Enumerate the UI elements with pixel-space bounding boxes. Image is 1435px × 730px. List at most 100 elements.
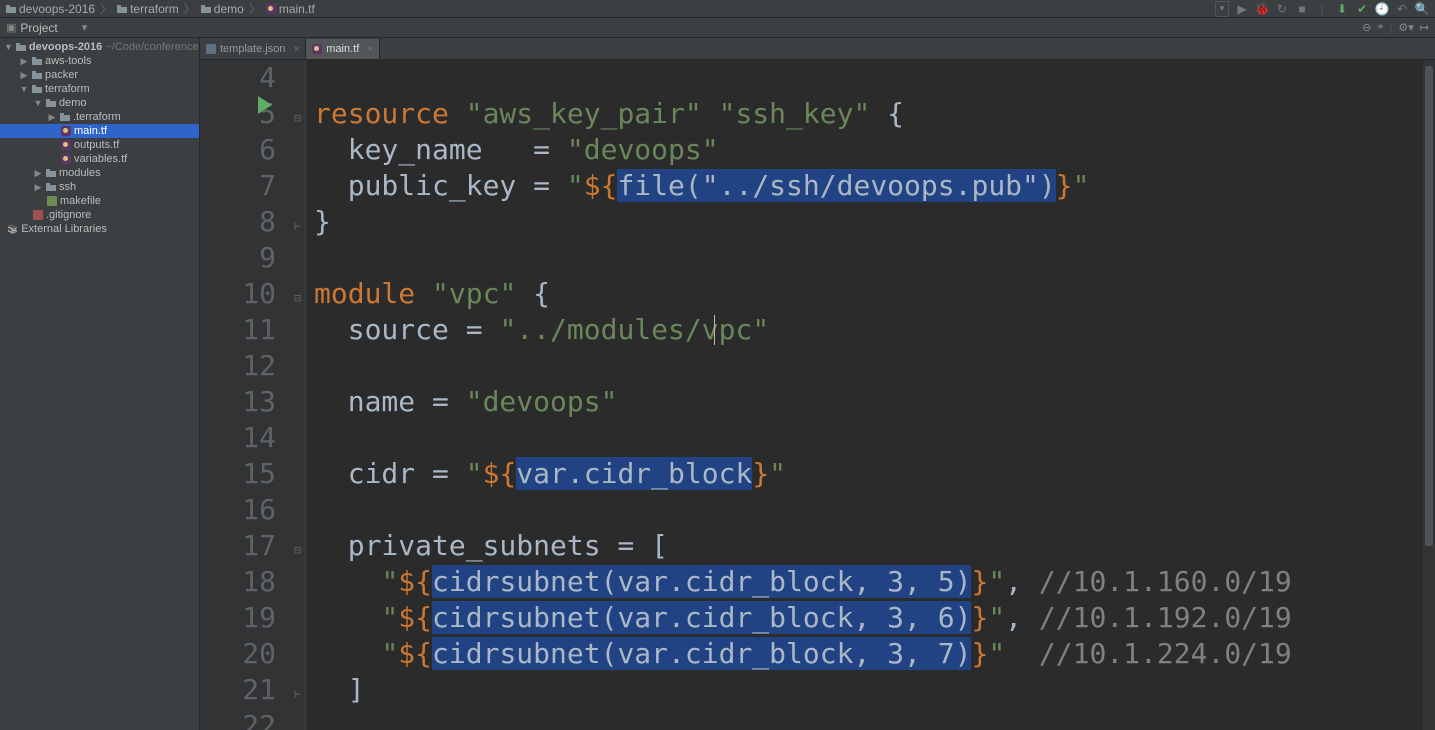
breadcrumb-item[interactable]: main.tf [266, 2, 315, 16]
fold-close-icon[interactable]: ⊢ [294, 676, 301, 712]
chevron-down-icon[interactable]: ▼ [19, 84, 29, 94]
folder-icon [32, 56, 42, 66]
project-toolbar: ▣ Project ▾ ⊖ ⌖ | ⚙▾ ↦ [0, 18, 1435, 38]
search-icon[interactable]: 🔍 [1415, 2, 1429, 16]
tree-item-outputs-tf[interactable]: outputs.tf [0, 138, 199, 152]
tree-external-libraries[interactable]: External Libraries [0, 222, 199, 236]
tree-item-main-tf[interactable]: main.tf [0, 124, 199, 138]
tree-item-demo[interactable]: ▼ demo [0, 96, 199, 110]
editor-tabs: template.json × main.tf × [200, 38, 1435, 60]
breadcrumb-item[interactable]: demo [201, 2, 244, 16]
text-caret [714, 315, 715, 345]
breadcrumb-path: devoops-2016 〉 terraform 〉 demo 〉 main.t… [6, 0, 315, 17]
makefile-icon [47, 196, 57, 206]
project-icon: ▣ [6, 21, 16, 34]
tree-item-packer[interactable]: ▶ packer [0, 68, 199, 82]
tree-item-gitignore[interactable]: .gitignore [0, 208, 199, 222]
run-button-icon[interactable]: ▶ [1235, 2, 1249, 16]
tab-label: main.tf [326, 43, 359, 55]
tree-label: outputs.tf [74, 139, 119, 151]
breadcrumb-item[interactable]: devoops-2016 [6, 2, 95, 16]
close-icon[interactable]: × [367, 44, 373, 55]
chevron-down-icon: ▾ [82, 21, 88, 34]
tree-item-terraform[interactable]: ▼ terraform [0, 82, 199, 96]
folder-icon [16, 42, 26, 52]
tree-label: aws-tools [45, 55, 91, 67]
tree-label: demo [59, 97, 87, 109]
folder-icon [46, 182, 56, 192]
folder-icon [201, 4, 211, 14]
toolbar-separator: | [1315, 2, 1329, 16]
fold-open-icon[interactable]: ⊟ [294, 280, 301, 316]
tree-item-modules[interactable]: ▶ modules [0, 166, 199, 180]
breadcrumb-label: demo [214, 2, 244, 16]
breadcrumb-bar: devoops-2016 〉 terraform 〉 demo 〉 main.t… [0, 0, 1435, 18]
vertical-scrollbar[interactable]: ✔ [1423, 60, 1435, 730]
hide-icon[interactable]: ↦ [1420, 21, 1429, 34]
undo-icon[interactable]: ↶ [1395, 2, 1409, 16]
run-config-dropdown[interactable]: ▾ [1215, 1, 1229, 17]
close-icon[interactable]: × [293, 44, 299, 55]
folder-icon [46, 98, 56, 108]
tree-label: .gitignore [46, 209, 91, 221]
breadcrumb-label: terraform [130, 2, 179, 16]
project-tool-label[interactable]: ▣ Project ▾ [6, 21, 87, 35]
breadcrumb-label: devoops-2016 [19, 2, 95, 16]
code-content[interactable]: resource "aws_key_pair" "ssh_key" { key_… [306, 60, 1423, 730]
tree-label: ssh [59, 181, 76, 193]
stop-button-icon[interactable]: ■ [1295, 2, 1309, 16]
tab-template-json[interactable]: template.json × [200, 39, 306, 59]
terraform-file-icon [61, 154, 71, 164]
vcs-update-icon[interactable]: ⬇ [1335, 2, 1349, 16]
tree-label: packer [45, 69, 78, 81]
tree-item-ssh[interactable]: ▶ ssh [0, 180, 199, 194]
rerun-button-icon[interactable]: ↻ [1275, 2, 1289, 16]
terraform-file-icon [61, 140, 71, 150]
gitignore-icon [33, 210, 43, 220]
tree-item-aws-tools[interactable]: ▶ aws-tools [0, 54, 199, 68]
fold-open-icon[interactable]: ⊟ [294, 100, 301, 136]
json-file-icon [206, 44, 216, 54]
folder-icon [60, 112, 70, 122]
chevron-right-icon[interactable]: ▶ [33, 168, 43, 179]
tree-label: modules [59, 167, 101, 179]
chevron-right-icon[interactable]: ▶ [47, 112, 57, 123]
tree-label: External Libraries [21, 223, 107, 235]
tree-label: variables.tf [74, 153, 127, 165]
code-editor[interactable]: 45678910111213141516171819202122 ⊟ ⊢ ⊟ ⊟… [200, 60, 1435, 730]
chevron-down-icon[interactable]: ▼ [4, 42, 13, 52]
debug-button-icon[interactable]: 🐞 [1255, 2, 1269, 16]
tree-item-dot-terraform[interactable]: ▶ .terraform [0, 110, 199, 124]
locate-icon[interactable]: ⌖ [1377, 21, 1383, 34]
chevron-down-icon[interactable]: ▼ [33, 98, 43, 108]
breadcrumb-separator: 〉 [249, 0, 261, 17]
breadcrumb-item[interactable]: terraform [117, 2, 179, 16]
collapse-icon[interactable]: ⊖ [1362, 21, 1371, 34]
project-tree[interactable]: ▼ devoops-2016 ~/Code/conferences/ ▶ aws… [0, 38, 200, 730]
tree-label: .terraform [73, 111, 121, 123]
vcs-commit-icon[interactable]: ✔ [1355, 2, 1369, 16]
toolbar-separator: | [1390, 22, 1393, 34]
tree-item-makefile[interactable]: makefile [0, 194, 199, 208]
chevron-right-icon[interactable]: ▶ [33, 182, 43, 193]
tree-label: main.tf [74, 125, 107, 137]
folder-icon [117, 4, 127, 14]
main-split: ▼ devoops-2016 ~/Code/conferences/ ▶ aws… [0, 38, 1435, 730]
folder-icon [6, 4, 16, 14]
editor-area: template.json × main.tf × 45678910111213… [200, 38, 1435, 730]
tree-root[interactable]: ▼ devoops-2016 ~/Code/conferences/ [0, 40, 199, 54]
tab-label: template.json [220, 43, 285, 55]
run-gutter-icon[interactable] [258, 96, 272, 114]
tree-item-variables-tf[interactable]: variables.tf [0, 152, 199, 166]
scrollbar-thumb[interactable] [1425, 66, 1433, 546]
terraform-file-icon [61, 126, 71, 136]
vcs-history-icon[interactable]: 🕘 [1375, 2, 1389, 16]
library-icon [7, 223, 18, 235]
tab-main-tf[interactable]: main.tf × [306, 39, 380, 59]
gear-icon[interactable]: ⚙▾ [1398, 21, 1413, 34]
fold-open-icon[interactable]: ⊟ [294, 532, 301, 568]
folder-icon [32, 84, 42, 94]
chevron-right-icon[interactable]: ▶ [19, 70, 29, 81]
chevron-right-icon[interactable]: ▶ [19, 56, 29, 67]
fold-close-icon[interactable]: ⊢ [294, 208, 301, 244]
